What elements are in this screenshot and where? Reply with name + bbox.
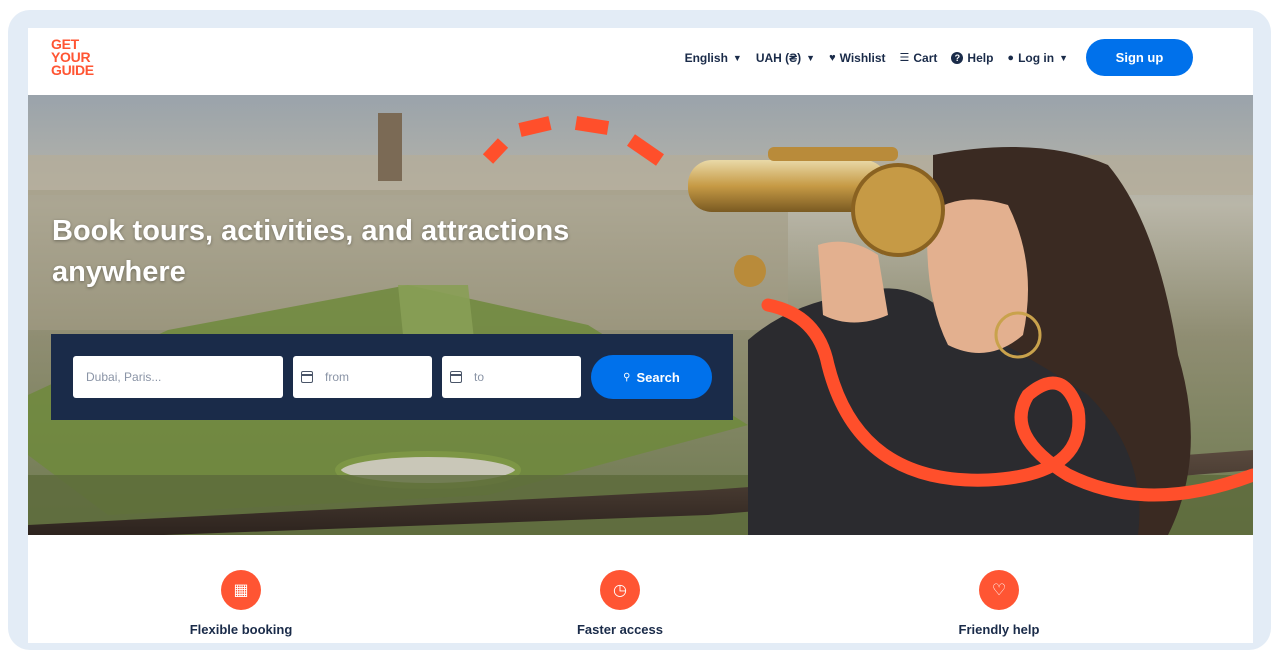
calendar-icon: [450, 371, 462, 383]
language-label: English: [684, 50, 728, 65]
from-date-placeholder: from: [325, 370, 349, 384]
search-button-label: Search: [636, 369, 680, 385]
currency-label: UAH (₴): [755, 50, 802, 65]
help-icon: ?: [951, 51, 964, 64]
currency-selector[interactable]: UAH (₴) ▼: [756, 51, 815, 65]
help-label: Help: [967, 50, 994, 65]
clock-icon: ◷: [600, 570, 640, 610]
search-icon: ⚲: [623, 371, 631, 383]
cart-icon: ☰: [899, 52, 910, 64]
hero-banner: Book tours, activities, and attractions …: [28, 95, 1253, 535]
chevron-down-icon: ▼: [806, 52, 816, 63]
help-link[interactable]: ? Help: [951, 51, 993, 65]
feature-flexible-booking: ▦ Flexible booking: [141, 570, 341, 637]
destination-input[interactable]: Dubai, Paris...: [73, 356, 283, 398]
to-date-input[interactable]: to: [442, 356, 581, 398]
feature-label: Friendly help: [958, 622, 1040, 637]
chevron-down-icon: ▼: [1059, 52, 1068, 63]
chevron-down-icon: ▼: [732, 52, 742, 63]
search-panel: Dubai, Paris... from to ⚲ Search: [51, 334, 733, 420]
hero-headline: Book tours, activities, and attractions …: [52, 215, 570, 288]
login-label: Log in: [1018, 50, 1055, 65]
signup-button[interactable]: Sign up: [1086, 39, 1193, 76]
feature-friendly-help: ♡ Friendly help: [899, 570, 1099, 637]
logo-line-3: GUIDE: [51, 62, 94, 78]
page: GET YOUR GUIDE English ▼ UAH (₴) ▼ ♥ Wis…: [28, 28, 1253, 643]
logo[interactable]: GET YOUR GUIDE: [51, 37, 94, 78]
cart-link[interactable]: ☰ Cart: [900, 51, 938, 65]
wishlist-label: Wishlist: [839, 50, 886, 65]
from-date-input[interactable]: from: [293, 356, 432, 398]
header: GET YOUR GUIDE English ▼ UAH (₴) ▼ ♥ Wis…: [28, 28, 1253, 95]
heart-icon: ♡: [979, 570, 1019, 610]
to-date-placeholder: to: [474, 370, 485, 384]
wishlist-link[interactable]: ♥ Wishlist: [829, 51, 885, 65]
search-button[interactable]: ⚲ Search: [591, 355, 712, 399]
feature-label: Faster access: [576, 622, 663, 637]
hero-image: [28, 95, 1253, 535]
top-nav: English ▼ UAH (₴) ▼ ♥ Wishlist ☰ Cart ? …: [685, 39, 1193, 76]
login-menu[interactable]: ● Log in ▼: [1007, 51, 1068, 65]
user-icon: ●: [1007, 51, 1015, 64]
feature-label: Flexible booking: [189, 622, 293, 637]
heart-icon: ♥: [829, 51, 836, 64]
feature-faster-access: ◷ Faster access: [520, 570, 720, 637]
features-row: ▦ Flexible booking ◷ Faster access ♡ Fri…: [28, 535, 1253, 643]
calendar-icon: [301, 371, 313, 383]
language-selector[interactable]: English ▼: [685, 51, 742, 65]
calendar-icon: ▦: [221, 570, 261, 610]
cart-label: Cart: [913, 50, 938, 65]
